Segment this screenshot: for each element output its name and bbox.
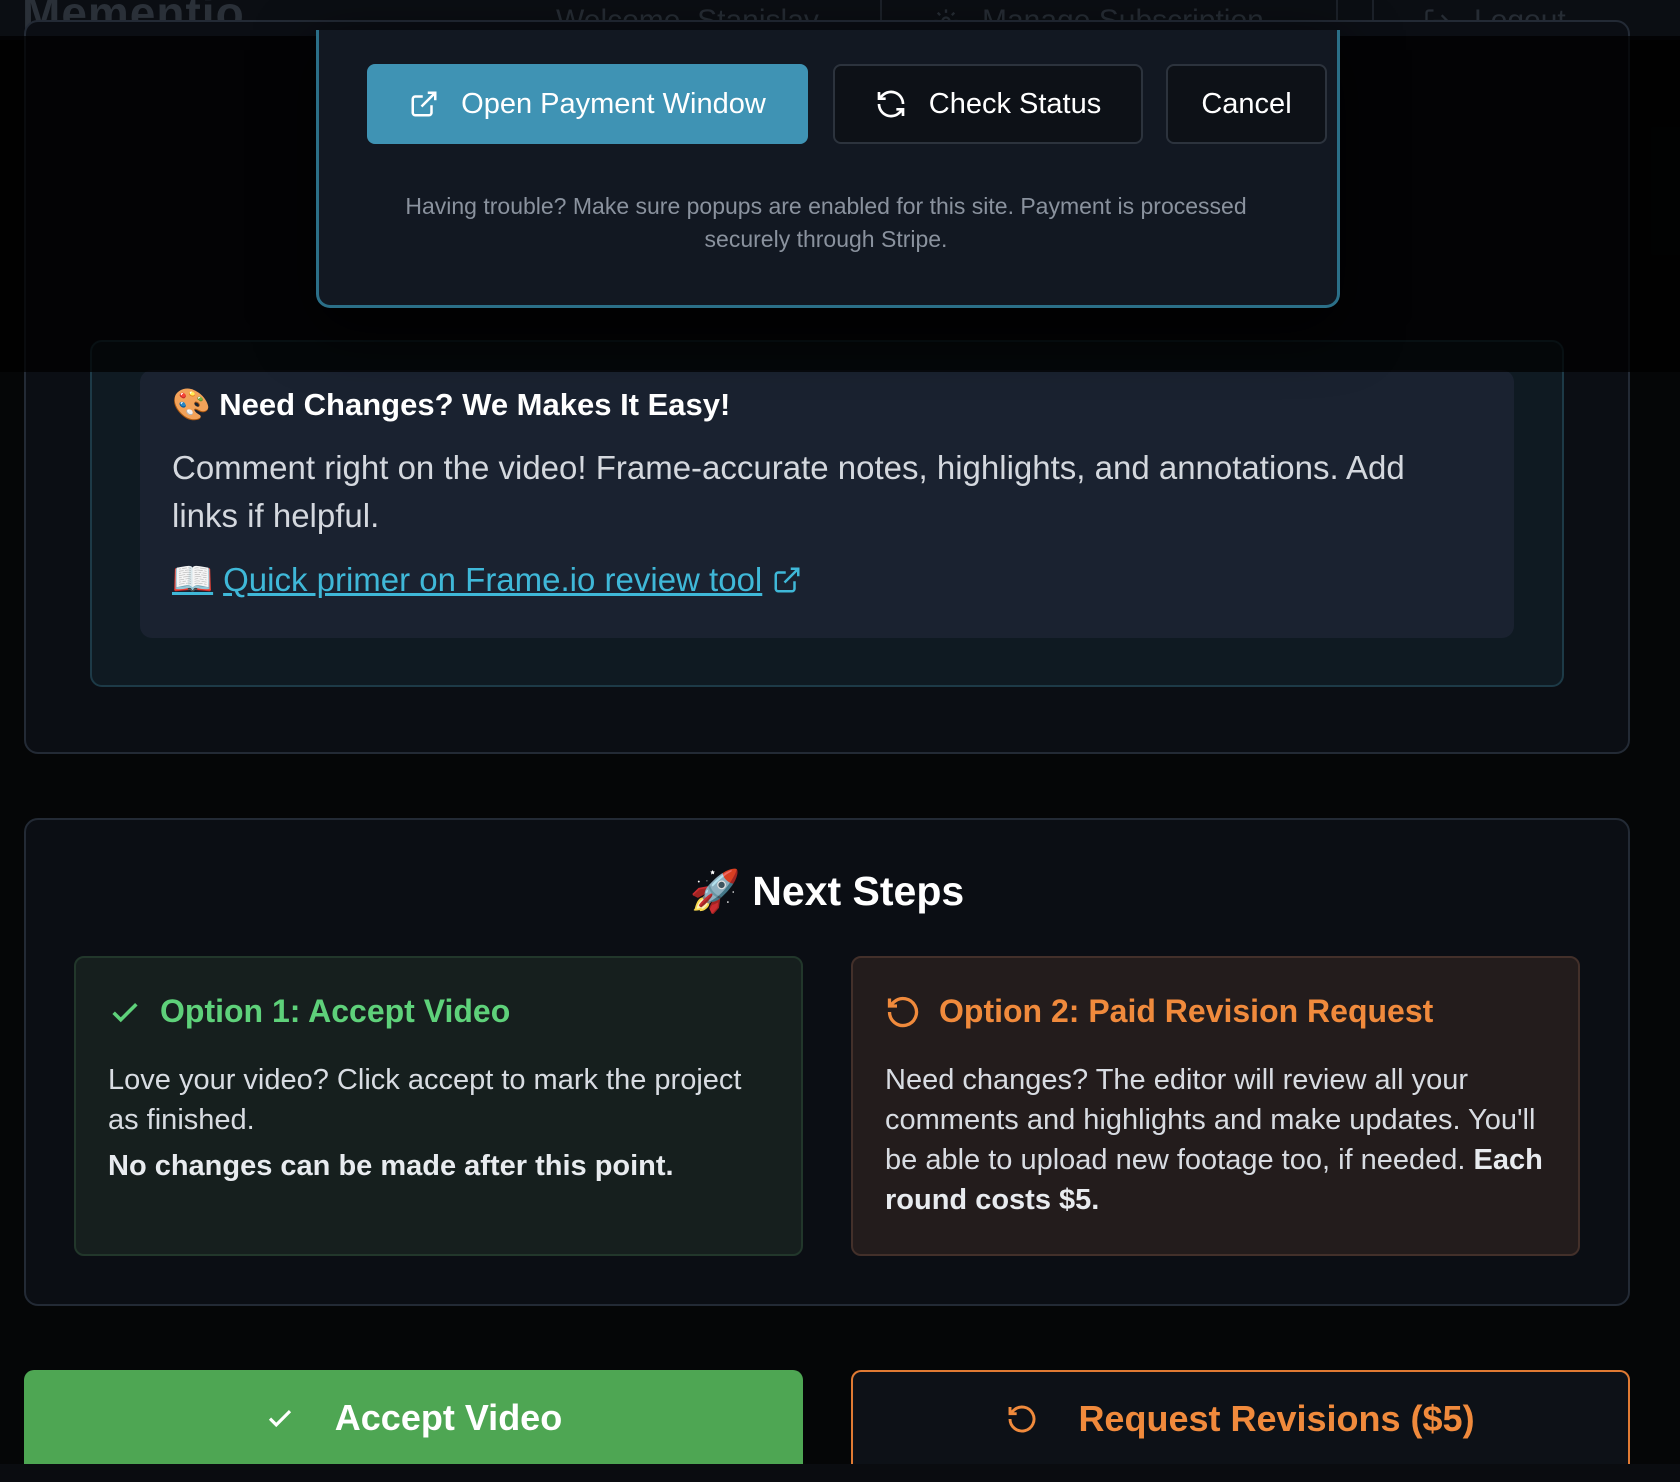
page-bottom-edge bbox=[0, 1464, 1680, 1482]
cancel-button[interactable]: Cancel bbox=[1166, 64, 1327, 144]
next-steps-heading: Next Steps bbox=[752, 868, 965, 914]
payment-help-note: Having trouble? Make sure popups are ena… bbox=[405, 193, 1247, 252]
external-link-icon bbox=[772, 565, 802, 595]
refresh-icon bbox=[875, 88, 907, 120]
request-revisions-label: Request Revisions ($5) bbox=[1078, 1398, 1475, 1439]
frameio-primer-link[interactable]: 📖 Quick primer on Frame.io review tool bbox=[172, 560, 802, 599]
check-status-label: Check Status bbox=[928, 87, 1102, 120]
undo-icon bbox=[1006, 1403, 1038, 1435]
need-changes-description: Comment right on the video! Frame-accura… bbox=[172, 449, 1405, 534]
check-icon bbox=[265, 1403, 295, 1433]
accept-video-button[interactable]: Accept Video bbox=[24, 1370, 803, 1466]
need-changes-heading: Need Changes? We Makes It Easy! bbox=[219, 387, 731, 422]
external-link-icon bbox=[409, 89, 439, 119]
primer-link-label: Quick primer on Frame.io review tool bbox=[223, 560, 763, 598]
book-emoji: 📖 bbox=[172, 560, 214, 597]
need-changes-title: 🎨 Need Changes? We Makes It Easy! bbox=[172, 386, 730, 423]
option-revision-title: Option 2: Paid Revision Request bbox=[885, 993, 1433, 1030]
option-accept-warning: No changes can be made after this point. bbox=[108, 1150, 674, 1182]
undo-icon bbox=[885, 994, 921, 1030]
open-payment-window-label: Open Payment Window bbox=[461, 87, 766, 120]
next-steps-title: 🚀 Next Steps bbox=[24, 868, 1630, 916]
option-accept-description: Love your video? Click accept to mark th… bbox=[108, 1064, 742, 1136]
option-accept-heading: Option 1: Accept Video bbox=[160, 993, 511, 1029]
accept-video-label: Accept Video bbox=[334, 1397, 563, 1438]
rocket-emoji: 🚀 bbox=[689, 868, 741, 914]
check-icon bbox=[108, 995, 142, 1029]
option-revision-description: Need changes? The editor will review all… bbox=[885, 1060, 1557, 1220]
check-status-button[interactable]: Check Status bbox=[833, 64, 1143, 144]
option-revision-heading: Option 2: Paid Revision Request bbox=[939, 993, 1434, 1029]
palette-emoji: 🎨 bbox=[172, 387, 211, 422]
request-revisions-button[interactable]: Request Revisions ($5) bbox=[851, 1370, 1630, 1466]
option-accept-title: Option 1: Accept Video bbox=[108, 993, 510, 1030]
open-payment-window-button[interactable]: Open Payment Window bbox=[367, 64, 808, 144]
option-revision-text: Need changes? The editor will review all… bbox=[885, 1064, 1536, 1176]
